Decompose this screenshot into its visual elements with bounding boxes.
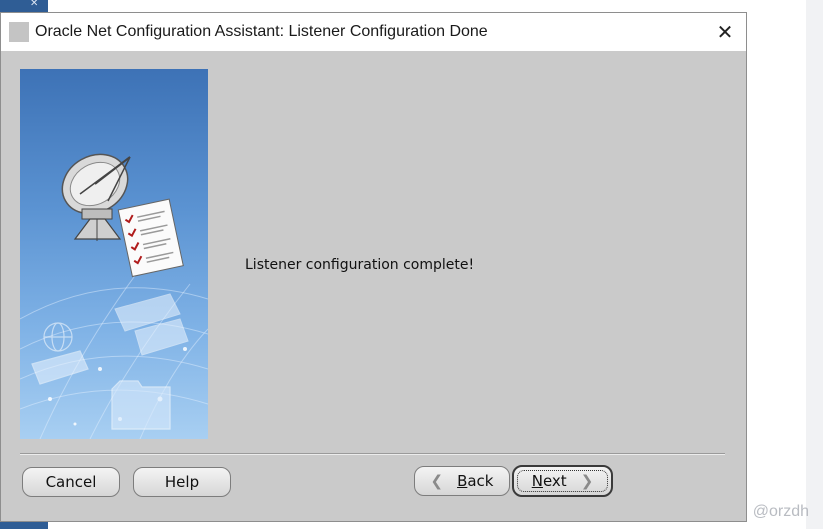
back-button-label: Back	[457, 472, 494, 490]
close-icon: ✕	[716, 20, 734, 44]
button-separator	[20, 453, 725, 455]
window-title: Oracle Net Configuration Assistant: List…	[35, 23, 488, 40]
next-button[interactable]: Next ❯	[512, 465, 613, 497]
chevron-left-icon: ❮	[430, 472, 444, 490]
dialog-window: Oracle Net Configuration Assistant: List…	[0, 12, 747, 522]
help-button-label: Help	[164, 473, 200, 491]
wizard-illustration	[20, 69, 208, 439]
background-scroll-area	[806, 0, 823, 529]
app-icon	[9, 22, 29, 42]
help-button[interactable]: Help	[133, 467, 231, 497]
focus-ring	[517, 470, 608, 492]
completion-message: Listener configuration complete!	[245, 257, 475, 273]
close-button[interactable]: ✕	[710, 17, 740, 47]
background-close-icon: ✕	[30, 0, 39, 9]
cancel-button[interactable]: Cancel	[22, 467, 120, 497]
title-bar[interactable]: Oracle Net Configuration Assistant: List…	[1, 13, 746, 51]
satellite-dish-checklist-illustration	[20, 153, 208, 439]
back-button[interactable]: ❮ Back	[414, 466, 510, 496]
cancel-button-label: Cancel	[45, 473, 97, 491]
